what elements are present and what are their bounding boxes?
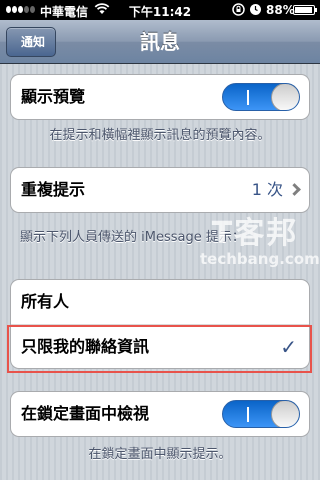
- lock-screen-toggle[interactable]: [222, 400, 300, 428]
- repeat-alert-cell[interactable]: 重複提示 1 次: [11, 168, 309, 212]
- option-everyone[interactable]: 所有人: [11, 280, 309, 324]
- repeat-alert-group: 重複提示 1 次: [10, 167, 310, 213]
- lock-screen-footnote: 在鎖定畫面中顯示提示。: [88, 447, 232, 462]
- back-button[interactable]: 通知: [6, 27, 57, 57]
- show-preview-footnote: 在提示和橫幅裡顯示訊息的預覽內容。: [49, 128, 271, 143]
- imessage-options-group: 所有人 只限我的聯絡資訊 ✓: [10, 279, 310, 369]
- repeat-alert-value: 1 次: [251, 180, 283, 199]
- repeat-alert-label: 重複提示: [21, 180, 86, 199]
- navigation-bar: 訊息 通知: [0, 20, 320, 64]
- option-contacts-only[interactable]: 只限我的聯絡資訊 ✓: [11, 324, 309, 368]
- watermark-site: techbang.com: [200, 250, 320, 268]
- alarm-icon: [249, 3, 262, 19]
- battery-percentage: 88%: [266, 3, 295, 17]
- battery-icon: [293, 5, 317, 15]
- show-preview-group: 顯示預覽: [10, 74, 310, 120]
- watermark-logo: T客邦: [211, 216, 299, 251]
- toggle-on-mark: [247, 90, 249, 105]
- checkmark-icon: ✓: [280, 335, 297, 359]
- option-contacts-only-label: 只限我的聯絡資訊: [21, 337, 150, 356]
- show-preview-label: 顯示預覽: [21, 87, 86, 106]
- status-bar: 中華電信 下午11:42 88%: [0, 0, 320, 20]
- lock-screen-group: 在鎖定畫面中檢視: [10, 391, 310, 437]
- lock-screen-cell: 在鎖定畫面中檢視: [11, 392, 309, 436]
- toggle-on-mark: [247, 407, 249, 422]
- techbang-watermark: T客邦 techbang.com: [200, 216, 320, 269]
- show-preview-cell: 顯示預覽: [11, 75, 309, 119]
- lock-screen-label: 在鎖定畫面中檢視: [21, 404, 150, 423]
- option-everyone-label: 所有人: [21, 292, 70, 311]
- rotation-lock-icon: [232, 3, 245, 19]
- show-preview-toggle[interactable]: [222, 83, 300, 111]
- toggle-knob: [271, 84, 299, 110]
- toggle-knob: [271, 401, 299, 427]
- chevron-right-icon: [288, 183, 301, 196]
